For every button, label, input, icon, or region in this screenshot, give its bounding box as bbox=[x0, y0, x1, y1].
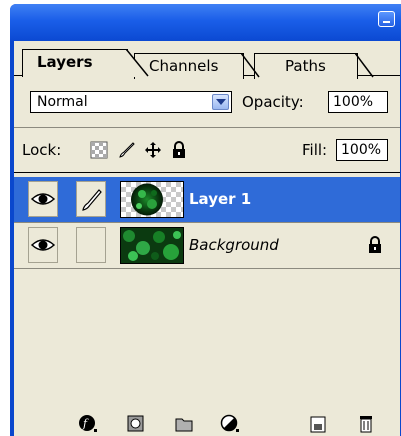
transparency-lock-icon[interactable] bbox=[90, 141, 108, 159]
tab-layers[interactable]: Layers bbox=[22, 49, 149, 77]
layers-palette: Paths Channels Layers Normal Opacity: 10… bbox=[14, 41, 400, 436]
tab-paths-slant bbox=[355, 53, 374, 78]
blend-mode-value: Normal bbox=[37, 94, 88, 110]
tab-layers-label: Layers bbox=[37, 53, 93, 71]
layer-row-layer-1[interactable]: Layer 1 bbox=[14, 177, 400, 223]
lock-label: Lock: bbox=[22, 141, 62, 159]
eye-icon bbox=[30, 239, 56, 251]
opacity-field[interactable]: 100% bbox=[328, 91, 388, 113]
divider bbox=[14, 127, 400, 128]
minimize-icon bbox=[383, 21, 390, 23]
move-lock-icon[interactable] bbox=[144, 141, 162, 159]
fill-field[interactable]: 100% bbox=[336, 139, 388, 161]
mask-icon[interactable] bbox=[126, 414, 146, 434]
blend-mode-select[interactable]: Normal bbox=[30, 91, 232, 113]
layers-window: Paths Channels Layers Normal Opacity: 10… bbox=[10, 4, 401, 436]
layer-name[interactable]: Background bbox=[189, 235, 279, 255]
folder-icon[interactable] bbox=[174, 414, 194, 434]
layers-toolbar: f bbox=[14, 408, 400, 436]
minimize-button[interactable] bbox=[378, 11, 395, 27]
fill-label: Fill: bbox=[302, 141, 328, 159]
new-layer-icon[interactable] bbox=[308, 414, 328, 434]
visibility-toggle[interactable] bbox=[28, 227, 58, 263]
tab-channels-slant bbox=[241, 53, 260, 78]
layer-thumbnail bbox=[120, 227, 184, 264]
opacity-label: Opacity: bbox=[242, 93, 304, 111]
tab-layers-slant bbox=[126, 49, 149, 77]
tab-channels[interactable]: Channels bbox=[134, 53, 260, 79]
tab-channels-label: Channels bbox=[149, 57, 219, 75]
title-bar[interactable] bbox=[10, 4, 401, 41]
padlock-icon bbox=[369, 236, 381, 253]
link-toggle[interactable] bbox=[76, 227, 106, 263]
layer-name[interactable]: Layer 1 bbox=[189, 189, 251, 209]
eye-icon bbox=[30, 193, 56, 205]
opacity-value: 100% bbox=[333, 94, 374, 110]
tab-paths[interactable]: Paths bbox=[254, 53, 374, 79]
trash-icon[interactable] bbox=[356, 414, 376, 434]
brush-lock-icon[interactable] bbox=[118, 141, 136, 159]
divider bbox=[14, 172, 400, 173]
chevron-down-icon[interactable] bbox=[212, 94, 229, 110]
fill-value: 100% bbox=[341, 142, 382, 158]
layer-thumbnail bbox=[120, 181, 184, 218]
link-toggle[interactable] bbox=[76, 181, 106, 217]
padlock-icon[interactable] bbox=[170, 141, 188, 159]
adjustment-layer-icon[interactable] bbox=[220, 414, 240, 434]
visibility-toggle[interactable] bbox=[28, 181, 58, 217]
tab-paths-label: Paths bbox=[285, 57, 326, 75]
layer-style-icon[interactable]: f bbox=[78, 414, 98, 434]
brush-icon bbox=[82, 189, 102, 211]
tab-strip: Paths Channels Layers bbox=[14, 41, 400, 79]
layer-row-background[interactable]: Background bbox=[14, 223, 400, 269]
